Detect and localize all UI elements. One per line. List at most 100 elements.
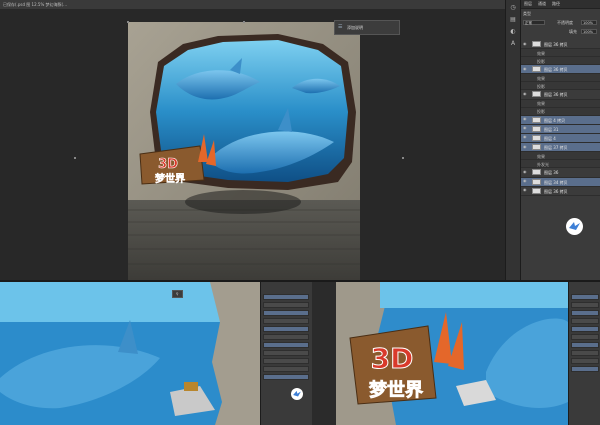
document-tab-title: 已保存(.psd 图 12.5% 梦幻海豚(…: [3, 2, 68, 7]
layer-row[interactable]: ◉ 图层 36 拷贝: [521, 40, 600, 50]
list-item[interactable]: [571, 366, 599, 372]
fill-input[interactable]: 100%: [581, 29, 597, 34]
add-note-popup-mini[interactable]: ⚲: [172, 290, 183, 298]
layer-row[interactable]: ◉ 图层 4 拷贝: [521, 115, 600, 125]
list-item[interactable]: [571, 342, 599, 348]
list-item[interactable]: [263, 374, 309, 380]
tab-layers[interactable]: 图层: [524, 1, 532, 7]
eye-icon[interactable]: ◉: [523, 126, 527, 130]
layer-name: 图层 36 拷贝: [544, 67, 568, 73]
layer-row[interactable]: ◉ 图层 31: [521, 124, 600, 134]
layer-name: 图层 4: [544, 135, 556, 141]
history-icon[interactable]: ◷: [509, 4, 517, 12]
transform-handle[interactable]: [74, 157, 76, 159]
transform-handle[interactable]: [402, 157, 404, 159]
layer-name: 图层 36 拷贝: [544, 42, 568, 47]
eye-icon[interactable]: ◉: [523, 41, 527, 46]
panel-tabs: 图层 通道 路径: [521, 0, 600, 9]
list-item[interactable]: [571, 358, 599, 364]
document-canvas[interactable]: 3D 梦世界: [128, 22, 360, 280]
tab-paths[interactable]: 路径: [552, 1, 560, 7]
list-item[interactable]: [263, 294, 309, 300]
layer-row[interactable]: ◉ 图层 37 拷贝: [521, 143, 600, 153]
layer-name: 效果: [537, 75, 545, 81]
list-item[interactable]: [571, 334, 599, 340]
bird-logo-icon: [291, 388, 303, 400]
photoshop-workspace-main: 已保存(.psd 图 12.5% 梦幻海豚(… 3D 梦世界 ☰ 添加说明 ◷ …: [0, 0, 600, 280]
list-item[interactable]: [263, 310, 309, 316]
layer-name: 外发光: [537, 161, 549, 167]
layer-thumbnail: [532, 134, 541, 141]
zoom-view-left: ⚲: [0, 282, 312, 425]
list-item[interactable]: [263, 326, 309, 332]
list-item[interactable]: [571, 294, 599, 300]
opacity-input[interactable]: 100%: [581, 20, 597, 25]
layer-list: ◉ 图层 36 拷贝 效果 投影 ◉ 图层 36 拷贝 效果 投影 ◉ 图层 36 拷贝 效果 投影 ◉…: [521, 40, 600, 196]
layer-row[interactable]: ◉ 图层 36: [521, 168, 600, 178]
layer-effect-row[interactable]: 投影: [521, 57, 600, 66]
layer-name: 投影: [537, 83, 545, 89]
layer-thumbnail: [532, 144, 541, 151]
layer-name: 图层 34 拷贝: [544, 179, 568, 185]
layers-panel: 图层 通道 路径 类型 正常 不透明度 100% 填充 100% ◉ 图层 36 …: [520, 0, 600, 280]
sign-subtitle-text: 梦世界: [155, 172, 185, 185]
transform-handle[interactable]: [243, 21, 245, 23]
eye-icon[interactable]: ◉: [523, 117, 527, 121]
eye-icon[interactable]: ◉: [523, 66, 527, 71]
layer-effect-row[interactable]: 效果: [521, 99, 600, 108]
list-item[interactable]: [263, 334, 309, 340]
eye-icon[interactable]: ◉: [523, 135, 527, 139]
list-item[interactable]: [263, 350, 309, 356]
list-item[interactable]: [571, 302, 599, 308]
layer-effect-row[interactable]: 投影: [521, 107, 600, 116]
character-icon[interactable]: A: [509, 40, 517, 48]
layer-effect-row[interactable]: 效果: [521, 74, 600, 83]
list-item[interactable]: [263, 358, 309, 364]
layer-effect-row[interactable]: 外发光: [521, 160, 600, 169]
layer-row[interactable]: ◉ 图层 4: [521, 133, 600, 144]
layer-name: 投影: [537, 109, 545, 115]
layer-name: 图层 36 拷贝: [544, 188, 568, 194]
eye-icon[interactable]: ◉: [523, 144, 527, 149]
eye-icon[interactable]: ◉: [523, 91, 527, 96]
artwork-3d-wall: 3D 梦世界: [128, 22, 360, 280]
zoom-view-right: 3D 梦世界: [336, 282, 600, 425]
layer-thumbnail: [532, 169, 541, 176]
layers-panel-mini: [568, 282, 600, 425]
layer-name: 效果: [537, 153, 545, 159]
transform-handle[interactable]: [127, 21, 129, 23]
list-item[interactable]: [263, 366, 309, 372]
list-item[interactable]: [263, 318, 309, 324]
list-item[interactable]: [571, 326, 599, 332]
layer-row[interactable]: ◉ 图层 36 拷贝: [521, 187, 600, 196]
tab-channels[interactable]: 通道: [538, 1, 546, 7]
eye-icon[interactable]: ◉: [523, 179, 527, 183]
layer-name: 效果: [537, 50, 545, 56]
list-item[interactable]: [571, 318, 599, 324]
layer-row[interactable]: ◉ 图层 36 拷贝: [521, 90, 600, 100]
layer-effect-row[interactable]: 投影: [521, 82, 600, 91]
layer-effect-row[interactable]: 效果: [521, 152, 600, 161]
layer-name: 图层 36: [544, 170, 559, 176]
adjustments-icon[interactable]: ◐: [509, 28, 517, 36]
layer-row[interactable]: ◉ 图层 36 拷贝: [521, 65, 600, 75]
layer-row[interactable]: ◉ 图层 34 拷贝: [521, 177, 600, 187]
list-item[interactable]: [571, 350, 599, 356]
list-item[interactable]: [263, 342, 309, 348]
eye-icon[interactable]: ◉: [523, 188, 527, 192]
layer-thumbnail: [532, 66, 541, 73]
blend-mode-select[interactable]: 正常: [523, 20, 545, 25]
list-item[interactable]: [263, 302, 309, 308]
layer-thumbnail: [532, 187, 541, 194]
filter-kind-label[interactable]: 类型: [523, 11, 531, 17]
bird-logo-icon: [566, 218, 583, 235]
comment-icon: ☰: [338, 24, 343, 30]
layer-name: 图层 36 拷贝: [544, 92, 568, 98]
layer-name: 图层 4 拷贝: [544, 117, 566, 123]
layer-effect-row[interactable]: 效果: [521, 49, 600, 58]
add-note-popup[interactable]: ☰ 添加说明: [334, 20, 400, 35]
eye-icon[interactable]: ◉: [523, 169, 527, 174]
list-item[interactable]: [571, 310, 599, 316]
layer-thumbnail: [532, 116, 541, 123]
properties-icon[interactable]: ▤: [509, 16, 517, 24]
